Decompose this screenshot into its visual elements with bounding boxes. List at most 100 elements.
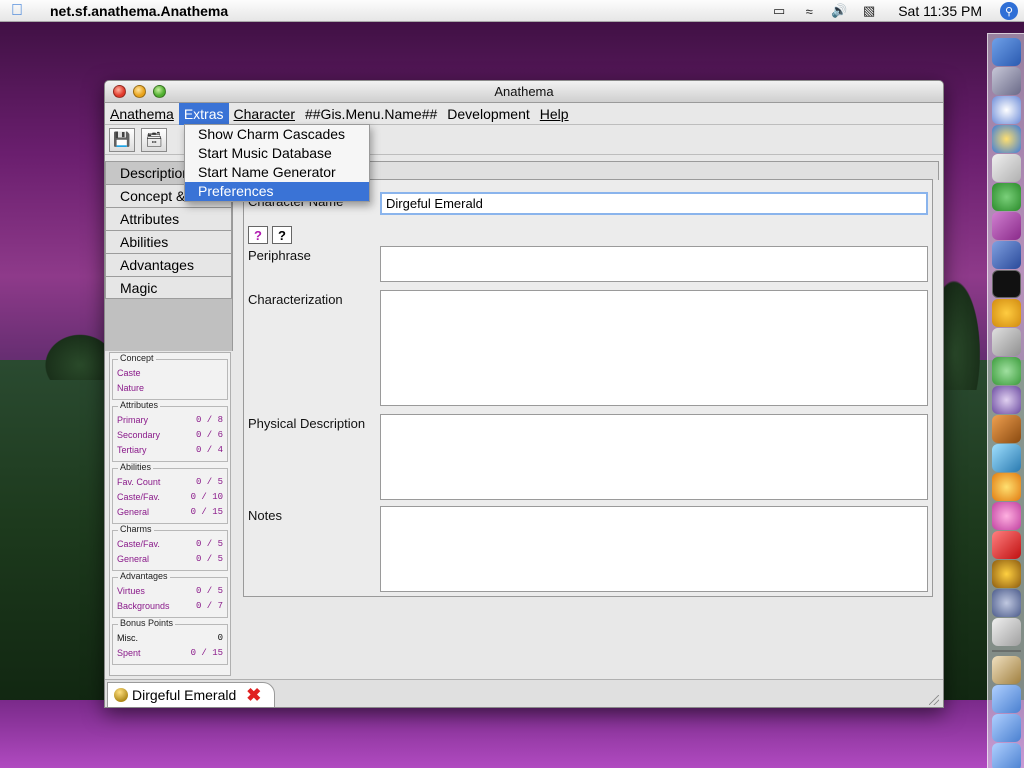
ie-icon[interactable] [992, 125, 1021, 153]
row-label: General [117, 554, 150, 564]
character-name-input[interactable]: Dirgeful Emerald [380, 192, 928, 215]
minimize-window-button[interactable] [133, 85, 146, 98]
row-value: 0 / 7 [195, 601, 223, 611]
money-icon[interactable] [992, 299, 1021, 327]
menu-item-start-music-database[interactable]: Start Music Database [185, 144, 369, 163]
window-controls [113, 85, 166, 98]
row-label: Virtues [117, 586, 145, 596]
menu-item-show-charm-cascades[interactable]: Show Charm Cascades [185, 125, 369, 144]
menubar-status-area: ▭ ≈ 🔊 ▧ Sat 11:35 PM ⚲ [770, 0, 1024, 22]
row-value: 0 / 15 [190, 648, 223, 658]
row-label: Backgrounds [117, 601, 170, 611]
app-menubar: Anathema Extras Character ##Gis.Menu.Nam… [105, 102, 943, 125]
app-icon[interactable] [992, 328, 1021, 356]
nav-item-advantages[interactable]: Advantages [105, 253, 232, 276]
name-help-icon[interactable]: ? [272, 226, 292, 244]
nav-item-magic[interactable]: Magic [105, 276, 232, 299]
display-icon[interactable]: ▭ [770, 3, 788, 18]
ichat-icon[interactable] [992, 183, 1021, 211]
terminal-icon[interactable] [992, 270, 1021, 298]
volume-icon[interactable]: 🔊 [830, 3, 848, 18]
finder-icon[interactable] [992, 38, 1021, 66]
coffee-icon[interactable] [992, 618, 1021, 646]
row-value: 0 / 5 [195, 586, 223, 596]
globe-icon[interactable] [992, 589, 1021, 617]
nav-item-abilities[interactable]: Abilities [105, 230, 232, 253]
ical-icon[interactable] [992, 154, 1021, 182]
zoom-window-button[interactable] [153, 85, 166, 98]
content-area: Description Concept & Rules Attributes A… [105, 156, 943, 676]
system-menubar:  net.sf.anathema.Anathema ▭ ≈ 🔊 ▧ Sat 1… [0, 0, 1024, 22]
summary-row: Caste [117, 366, 223, 381]
wifi-icon[interactable]: ≈ [800, 4, 818, 19]
row-label: Caste/Fav. [117, 492, 160, 502]
spotlight-search-icon[interactable]: ⚲ [1000, 2, 1018, 20]
random-name-icon[interactable]: ? [248, 226, 268, 244]
menu-extras[interactable]: Extras [178, 102, 229, 125]
summary-row: Primary 0 / 8 [117, 413, 223, 428]
document-tab[interactable]: Dirgeful Emerald ✖ [107, 682, 275, 707]
menu-character[interactable]: Character [229, 103, 300, 125]
physical-description-textarea[interactable] [380, 414, 928, 500]
save-button[interactable]: 💾 [109, 127, 135, 152]
notes-label: Notes [248, 508, 282, 523]
summary-row: Fav. Count 0 / 5 [117, 475, 223, 490]
window-titlebar[interactable]: Anathema [105, 81, 943, 103]
row-label: Secondary [117, 430, 161, 440]
menu-help[interactable]: Help [535, 103, 574, 125]
menu-gis[interactable]: ##Gis.Menu.Name## [300, 103, 442, 125]
close-tab-icon[interactable]: ✖ [246, 685, 261, 706]
itunes-icon[interactable] [992, 212, 1021, 240]
summary-row: Secondary 0 / 6 [117, 428, 223, 443]
physical-description-label: Physical Description [248, 416, 366, 431]
menu-item-start-name-generator[interactable]: Start Name Generator [185, 163, 369, 182]
documents-folder-icon[interactable] [992, 743, 1021, 768]
document-tab-label: Dirgeful Emerald [132, 687, 237, 703]
dock [987, 33, 1024, 768]
summary-panel: Concept Caste Nature Attributes Primary 0… [109, 352, 231, 676]
desktop-road [0, 700, 1024, 768]
applications-folder-icon[interactable] [992, 714, 1021, 742]
row-label: Tertiary [117, 445, 147, 455]
music-icon[interactable] [992, 357, 1021, 385]
menu-development[interactable]: Development [442, 103, 535, 125]
characterization-label: Characterization [248, 292, 343, 307]
extras-dropdown-menu: Show Charm Cascades Start Music Database… [184, 124, 370, 202]
row-label: General [117, 507, 150, 517]
save-all-button[interactable]: 🗃 [141, 127, 167, 152]
periphrase-label: Periphrase [248, 248, 311, 263]
butterfly-icon[interactable] [992, 502, 1021, 530]
row-label: Caste/Fav. [117, 539, 160, 549]
apple-menu-icon[interactable]:  [0, 2, 34, 20]
group-title: Concept [118, 353, 156, 363]
row-label: Misc. [117, 633, 138, 643]
warcraft-icon[interactable] [992, 560, 1021, 588]
mail-icon[interactable] [992, 67, 1021, 95]
summary-abilities: Abilities Fav. Count 0 / 5 Caste/Fav. 0 / … [112, 462, 228, 524]
nav-item-attributes[interactable]: Attributes [105, 207, 232, 230]
battery-icon[interactable]: ▧ [860, 3, 878, 18]
summary-advantages: Advantages Virtues 0 / 5 Backgrounds 0 / 7 [112, 571, 228, 618]
resize-grip-icon[interactable] [929, 695, 939, 705]
acrobat-icon[interactable] [992, 531, 1021, 559]
app-name-menu[interactable]: net.sf.anathema.Anathema [50, 3, 228, 19]
notes-textarea[interactable] [380, 506, 928, 592]
summary-concept: Concept Caste Nature [112, 353, 228, 400]
feather-icon[interactable] [992, 444, 1021, 472]
dvd-icon[interactable] [992, 386, 1021, 414]
folder-icon[interactable] [992, 685, 1021, 713]
flower-icon[interactable] [992, 473, 1021, 501]
summary-bonus-points: Bonus Points Misc. 0 Spent 0 / 15 [112, 618, 228, 665]
menu-anathema[interactable]: Anathema [105, 103, 179, 125]
summary-row: Backgrounds 0 / 7 [117, 599, 223, 614]
close-window-button[interactable] [113, 85, 126, 98]
group-title: Attributes [118, 400, 161, 410]
menubar-clock[interactable]: Sat 11:35 PM [898, 3, 982, 19]
characterization-textarea[interactable] [380, 290, 928, 406]
menu-item-preferences[interactable]: Preferences [185, 182, 369, 201]
periphrase-input[interactable] [380, 246, 928, 282]
iphoto-icon[interactable] [992, 415, 1021, 443]
utility-icon[interactable] [992, 241, 1021, 269]
home-folder-icon[interactable] [992, 656, 1021, 684]
safari-icon[interactable] [992, 96, 1021, 124]
